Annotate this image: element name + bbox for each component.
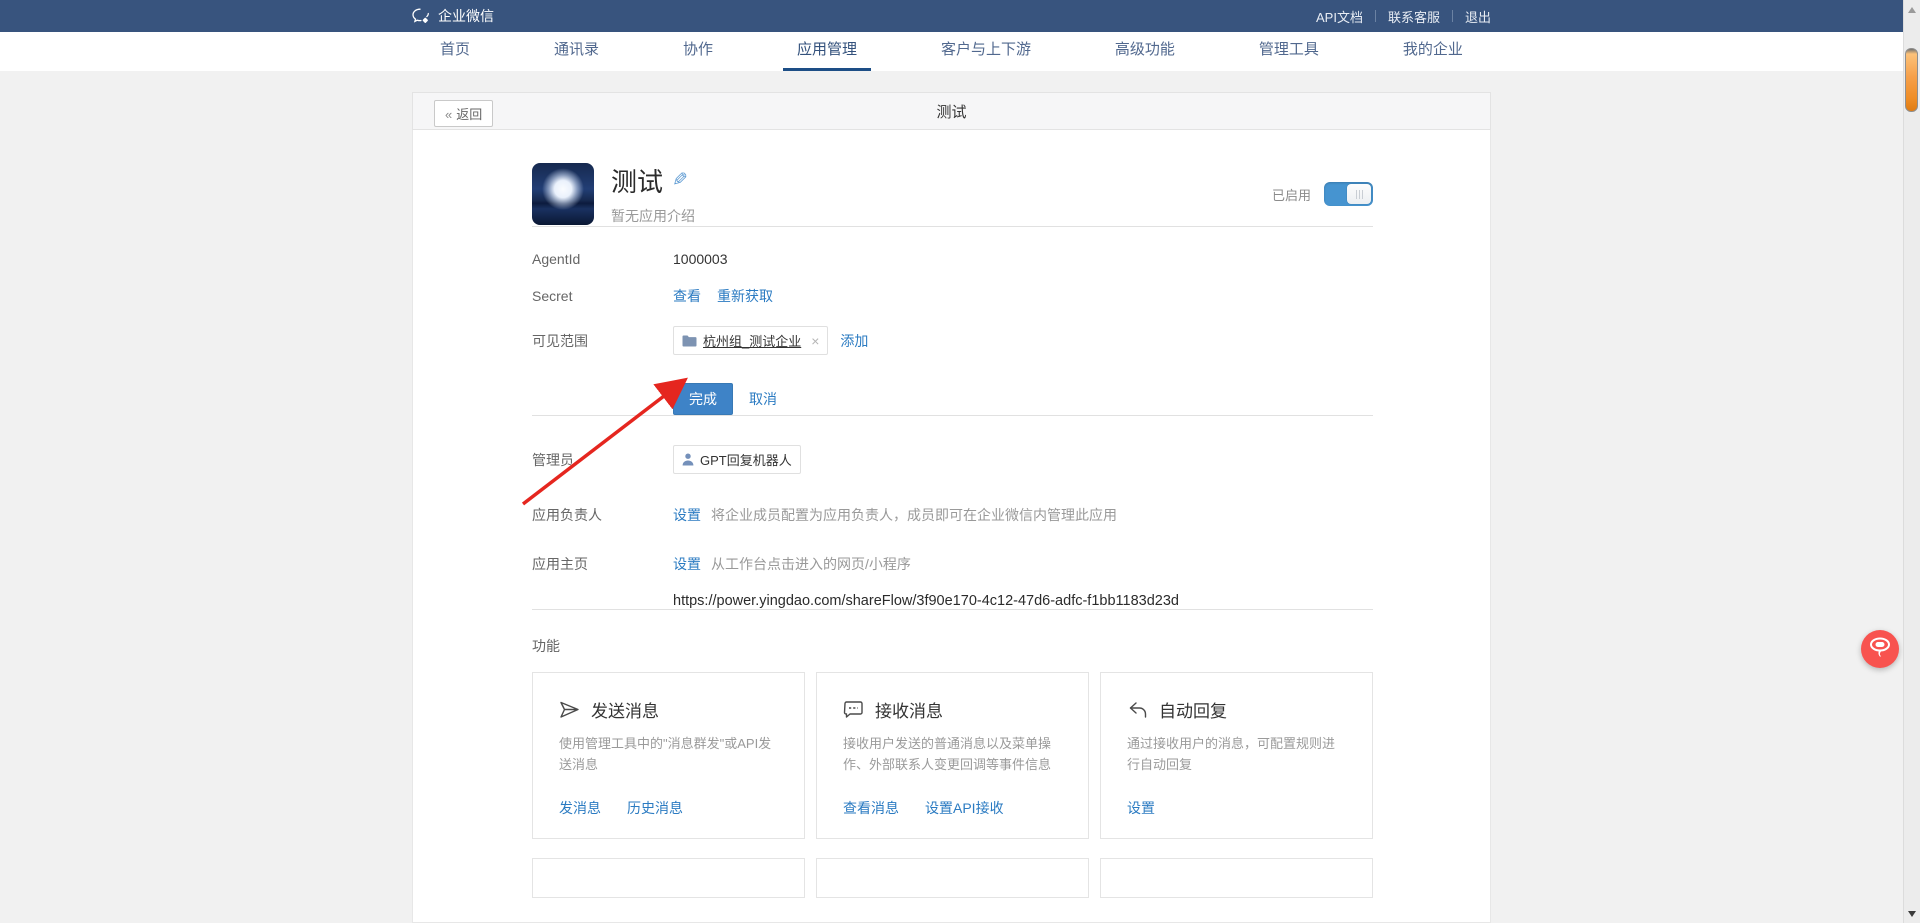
done-button[interactable]: 完成 [673, 383, 733, 415]
divider [532, 226, 1373, 227]
send-message-icon [559, 700, 580, 720]
card-description: 使用管理工具中的"消息群发"或API发送消息 [559, 736, 772, 773]
feature-card-receive: 接收消息 接收用户发送的普通消息以及菜单操作、外部联系人变更回调等事件信息 查看… [816, 672, 1089, 839]
homepage-set-link[interactable]: 设置 [673, 554, 701, 574]
admin-member-tag: GPT回复机器人 [673, 445, 801, 474]
panel-header: «返回 测试 [412, 92, 1491, 130]
owner-set-link[interactable]: 设置 [673, 505, 701, 525]
app-logo-image [532, 163, 594, 225]
folder-icon [682, 335, 697, 347]
agentid-value: 1000003 [673, 251, 728, 267]
nav-item-collaboration[interactable]: 协作 [669, 32, 727, 71]
app-description: 暂无应用介绍 [611, 208, 695, 224]
remove-scope-icon[interactable]: × [811, 334, 819, 348]
visible-scope-row: 可见范围 杭州组_测试企业 × 添加 [413, 326, 1490, 355]
nav-item-admin-tools[interactable]: 管理工具 [1245, 32, 1333, 71]
secret-view-link[interactable]: 查看 [673, 286, 701, 306]
app-header: 测试 ✎ 暂无应用介绍 已启用 [413, 162, 1490, 226]
app-homepage-label: 应用主页 [532, 556, 588, 572]
view-messages-link[interactable]: 查看消息 [843, 798, 899, 818]
feature-card-send: 发送消息 使用管理工具中的"消息群发"或API发送消息 发消息 历史消息 [532, 672, 805, 839]
panel-body: 测试 ✎ 暂无应用介绍 已启用 AgentId 1000003 Secret 查… [412, 130, 1491, 923]
autoreply-settings-link[interactable]: 设置 [1127, 798, 1155, 818]
yingdao-logo-icon [1868, 635, 1892, 664]
card-description: 接收用户发送的普通消息以及菜单操作、外部联系人变更回调等事件信息 [843, 736, 1052, 773]
contact-support-link[interactable]: 联系客服 [1388, 7, 1440, 26]
logout-link[interactable]: 退出 [1465, 7, 1491, 26]
scrollbar[interactable] [1903, 0, 1920, 923]
admin-member-name: GPT回复机器人 [700, 453, 792, 468]
scroll-down-icon[interactable] [1908, 911, 1916, 917]
toggle-knob [1347, 184, 1371, 204]
divider [532, 415, 1373, 416]
features-section-label: 功能 [532, 638, 560, 654]
feature-cards-partial [532, 858, 1373, 898]
set-api-receive-link[interactable]: 设置API接收 [925, 798, 1004, 818]
secret-refresh-link[interactable]: 重新获取 [717, 286, 773, 306]
nav-item-customers[interactable]: 客户与上下游 [927, 32, 1045, 71]
app-homepage-row: 应用主页 设置 从工作台点击进入的网页/小程序 [413, 554, 1490, 574]
add-scope-link[interactable]: 添加 [840, 331, 868, 351]
topbar-links: API文档 联系客服 退出 [1316, 7, 1491, 26]
enabled-label: 已启用 [1271, 187, 1311, 203]
admin-row: 管理员 GPT回复机器人 [413, 445, 1490, 474]
feature-card-partial [532, 858, 805, 898]
scrollbar-thumb[interactable] [1905, 48, 1918, 112]
secret-row: Secret 查看 重新获取 [413, 286, 1490, 306]
nav-item-home[interactable]: 首页 [426, 32, 484, 71]
nav-item-advanced[interactable]: 高级功能 [1101, 32, 1189, 71]
app-name: 测试 [611, 167, 664, 197]
yingdao-float-button[interactable] [1861, 630, 1899, 668]
separator [1451, 10, 1453, 22]
card-title: 接收消息 [875, 702, 943, 721]
page: 企业微信 API文档 联系客服 退出 首页 通讯录 协作 应用管理 客户与上下游… [0, 0, 1903, 923]
send-message-link[interactable]: 发消息 [559, 798, 601, 818]
owner-description: 将企业成员配置为应用负责人，成员即可在企业微信内管理此应用 [711, 507, 1117, 523]
brand-name: 企业微信 [438, 8, 494, 24]
agentid-label: AgentId [532, 251, 581, 267]
receive-message-icon [843, 700, 864, 720]
person-icon [682, 453, 694, 466]
admin-label: 管理员 [532, 451, 574, 468]
feature-card-autoreply: 自动回复 通过接收用户的消息，可配置规则进行自动回复 设置 [1100, 672, 1373, 839]
divider [532, 609, 1373, 610]
scroll-up-icon[interactable] [1908, 7, 1916, 13]
feature-cards: 发送消息 使用管理工具中的"消息群发"或API发送消息 发消息 历史消息 接收消… [532, 672, 1373, 839]
message-history-link[interactable]: 历史消息 [627, 798, 683, 818]
card-description: 通过接收用户的消息，可配置规则进行自动回复 [1127, 736, 1336, 773]
visible-scope-label: 可见范围 [532, 332, 588, 349]
api-docs-link[interactable]: API文档 [1316, 7, 1363, 26]
scope-actions-row: 完成 取消 [413, 383, 1490, 415]
page-title: 测试 [936, 103, 967, 121]
wechat-work-logo-icon [412, 8, 431, 25]
app-owner-row: 应用负责人 设置 将企业成员配置为应用负责人，成员即可在企业微信内管理此应用 [413, 505, 1490, 525]
nav-item-contacts[interactable]: 通讯录 [540, 32, 613, 71]
back-button[interactable]: «返回 [434, 100, 494, 127]
edit-icon[interactable]: ✎ [672, 169, 688, 192]
secret-label: Secret [532, 288, 573, 304]
double-chevron-left-icon: « [445, 107, 453, 122]
app-detail-panel: «返回 测试 测试 ✎ 暂无应用介绍 已启用 AgentId 1000003 S… [412, 92, 1491, 923]
enabled-toggle[interactable] [1324, 182, 1373, 206]
nav-item-app-management[interactable]: 应用管理 [782, 32, 871, 71]
feature-card-partial [816, 858, 1089, 898]
separator [1374, 10, 1376, 22]
brand: 企业微信 [412, 6, 494, 26]
homepage-url-row: https://power.yingdao.com/shareFlow/3f90… [413, 593, 1490, 609]
card-title: 自动回复 [1159, 702, 1227, 721]
cancel-link[interactable]: 取消 [749, 389, 777, 409]
content-area: «返回 测试 测试 ✎ 暂无应用介绍 已启用 AgentId 1000003 S… [0, 71, 1903, 923]
scope-tag: 杭州组_测试企业 × [673, 326, 829, 355]
scope-tag-text: 杭州组_测试企业 [703, 334, 802, 349]
main-nav: 首页 通讯录 协作 应用管理 客户与上下游 高级功能 管理工具 我的企业 [0, 32, 1903, 71]
app-owner-label: 应用负责人 [532, 507, 602, 523]
topbar: 企业微信 API文档 联系客服 退出 [0, 0, 1903, 32]
card-title: 发送消息 [591, 702, 659, 721]
homepage-description: 从工作台点击进入的网页/小程序 [711, 556, 911, 572]
feature-card-partial [1100, 858, 1373, 898]
reply-arrow-icon [1127, 700, 1148, 720]
homepage-url: https://power.yingdao.com/shareFlow/3f90… [673, 593, 1179, 609]
agentid-row: AgentId 1000003 [413, 251, 1490, 267]
nav-item-my-company[interactable]: 我的企业 [1389, 32, 1477, 71]
